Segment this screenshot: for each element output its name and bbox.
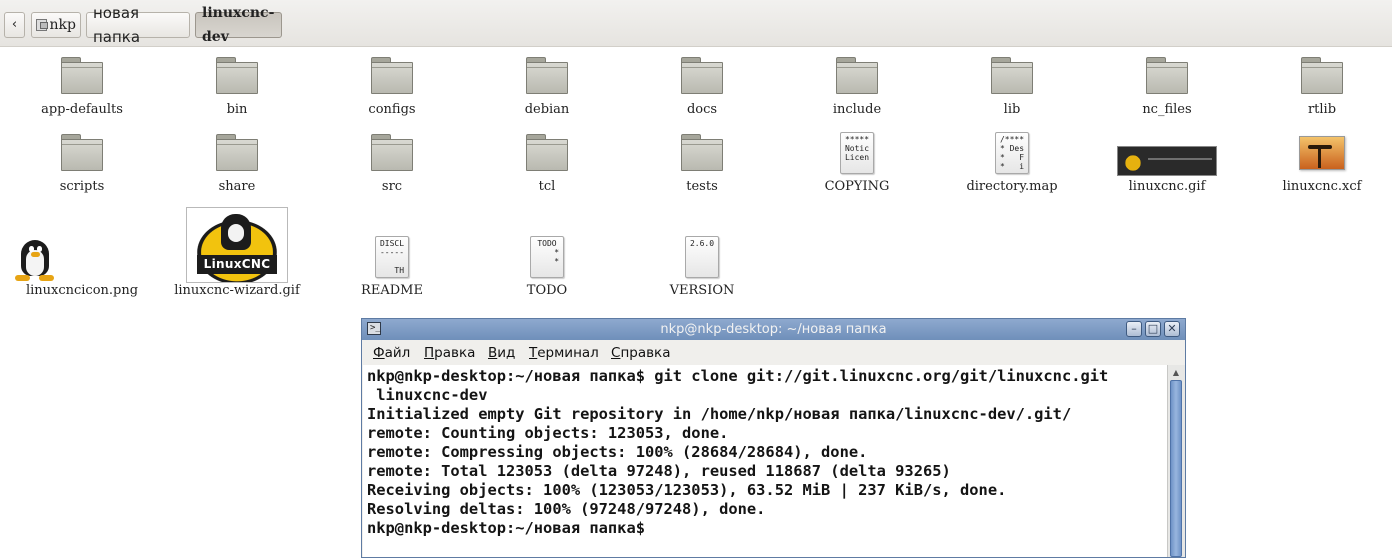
terminal-output[interactable]: nkp@nkp-desktop:~/новая папка$ git clone… [363,365,1167,557]
file-name-label: linuxcnc.xcf [1282,179,1362,194]
path-segment-home[interactable]: nkp [31,12,81,38]
minimize-button[interactable]: – [1126,321,1142,337]
close-button[interactable]: ✕ [1164,321,1180,337]
file-name-label: linuxcnc.gif [1128,179,1206,194]
terminal-text: nkp@nkp-desktop:~/новая папка$ git clone… [367,367,1109,537]
folder-icon [216,134,258,171]
menu-terminal[interactable]: Терминал [529,341,599,365]
text-file-icon: 2.6.0 [685,236,719,278]
file-name-label: TODO [526,283,568,298]
file-name-label: COPYING [824,179,890,194]
path-bar: ‹ nkp новая папка linuxcnc-dev [0,0,1392,47]
file-name-label: tests [686,179,718,194]
terminal-titlebar[interactable]: >_ nkp@nkp-desktop: ~/новая папка – □ ✕ [362,319,1185,340]
terminal-window[interactable]: >_ nkp@nkp-desktop: ~/новая папка – □ ✕ … [361,318,1186,558]
scrollbar-thumb[interactable] [1170,380,1182,557]
file-name-label: configs [368,102,416,117]
path-segment-new-folder[interactable]: новая папка [86,4,190,46]
text-file-icon: DISCL ----- TH [375,236,409,278]
folder-icon [681,57,723,94]
file-name-label: docs [686,102,718,117]
folder-icon [1146,57,1188,94]
file-name-label: bin [226,102,248,117]
file-name-label: share [218,179,256,194]
folder-icon [991,57,1033,94]
tux-penguin-icon [12,234,58,282]
xcf-thumbnail-icon [1299,136,1345,170]
folder-icon [526,57,568,94]
folder-icon [1301,57,1343,94]
text-file-icon: TODO * * [530,236,564,278]
menu-help[interactable]: Справка [611,341,671,365]
home-folder-icon [36,19,48,31]
text-file-icon: ***** Notic Licen [840,132,874,174]
file-name-label: lib [1003,102,1021,117]
file-name-label: VERSION [669,283,735,298]
gif-thumbnail-icon [1117,146,1217,176]
chevron-left-icon: ‹ [11,17,18,32]
folder-icon [681,134,723,171]
file-name-label: app-defaults [41,102,123,117]
menu-file[interactable]: Файл [373,341,410,365]
menu-edit[interactable]: Правка [424,341,475,365]
folder-icon [836,57,878,94]
file-name-label: linuxcnc-wizard.gif [174,283,300,298]
folder-icon [61,57,103,94]
menu-view[interactable]: Вид [488,341,515,365]
path-segment-label: nkp [49,17,76,33]
file-name-label: nc_files [1142,102,1192,117]
text-file-icon: /**** * Des * F * i [995,132,1029,174]
window-title: nkp@nkp-desktop: ~/новая папка [660,322,887,337]
file-name-label: rtlib [1307,102,1337,117]
path-segment-current[interactable]: linuxcnc-dev [195,5,282,45]
file-name-label: debian [524,102,570,117]
file-name-label: scripts [59,179,105,194]
terminal-app-icon: >_ [367,322,381,335]
file-name-label: src [381,179,403,194]
maximize-button[interactable]: □ [1145,321,1161,337]
terminal-menubar: Файл Правка Вид Терминал Справка [362,341,1185,365]
file-name-label: README [361,283,423,298]
folder-icon [216,57,258,94]
file-name-label: linuxcncicon.png [25,283,139,298]
folder-icon [61,134,103,171]
linuxcnc-logo-thumbnail: LinuxCNC [186,207,288,283]
terminal-scrollbar[interactable]: ▲ [1167,365,1185,557]
linuxcnc-logo-text: LinuxCNC [197,255,277,274]
folder-icon [371,57,413,94]
folder-icon [371,134,413,171]
folder-icon [526,134,568,171]
path-segment-label: новая папка [93,4,141,46]
file-name-label: include [832,102,882,117]
file-name-label: tcl [538,179,556,194]
back-button[interactable]: ‹ [4,12,25,38]
scroll-up-arrow-icon[interactable]: ▲ [1169,366,1183,379]
file-name-label: directory.map [966,179,1058,194]
path-segment-label: linuxcnc-dev [202,5,275,45]
